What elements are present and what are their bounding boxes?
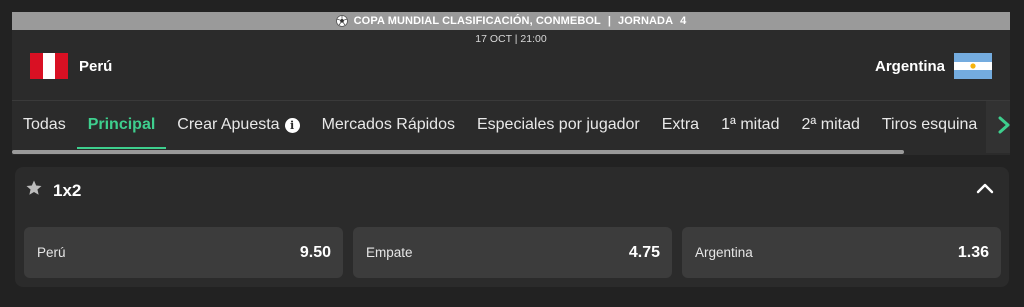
argentina-flag-icon xyxy=(954,53,992,79)
tab-label: 2ª mitad xyxy=(801,116,860,133)
market-tabs: Todas Principal Crear Apuesta i Mercados… xyxy=(12,101,988,149)
outcome-odd: 4.75 xyxy=(628,243,660,261)
away-team: Argentina xyxy=(875,53,992,79)
outcome-list: Perú 9.50 Empate 4.75 Argentina 1.36 xyxy=(24,227,1001,278)
outcome-home-button[interactable]: Perú 9.50 xyxy=(24,227,343,278)
outcome-odd: 9.50 xyxy=(299,243,331,261)
event-header: COPA MUNDIAL CLASIFICACIÓN, CONMEBOL | J… xyxy=(12,12,1010,100)
tab-label: 1ª mitad xyxy=(721,116,780,133)
tab-primera-mitad[interactable]: 1ª mitad xyxy=(710,101,790,149)
event-datetime: 17 OCT | 21:00 xyxy=(475,33,547,45)
tab-todas[interactable]: Todas xyxy=(12,101,77,149)
market-title: 1x2 xyxy=(53,180,82,200)
round-number: 4 xyxy=(680,15,687,27)
info-icon[interactable]: i xyxy=(284,117,300,133)
tab-especiales-jugador[interactable]: Especiales por jugador xyxy=(466,101,651,149)
tab-label: Especiales por jugador xyxy=(476,116,640,133)
home-team: Perú xyxy=(30,53,112,79)
chevron-right-icon xyxy=(997,115,1010,140)
tab-crear-apuesta[interactable]: Crear Apuesta i xyxy=(166,101,310,149)
away-team-name: Argentina xyxy=(874,57,945,75)
home-team-name: Perú xyxy=(79,57,113,75)
outcome-away-button[interactable]: Argentina 1.36 xyxy=(682,227,1001,278)
star-icon[interactable] xyxy=(25,179,43,202)
competition-name: COPA MUNDIAL CLASIFICACIÓN, CONMEBOL xyxy=(353,15,601,27)
market-1x2: 1x2 Perú 9.50 Empate 4.75 Argentina 1.36 xyxy=(15,167,1009,287)
tab-label: Mercados Rápidos xyxy=(321,116,455,133)
competition-separator: | xyxy=(607,15,612,27)
tab-label: Todas xyxy=(23,116,66,133)
round-label: JORNADA xyxy=(618,15,674,27)
outcome-draw-button[interactable]: Empate 4.75 xyxy=(353,227,672,278)
tab-segunda-mitad[interactable]: 2ª mitad xyxy=(790,101,870,149)
outcome-odd: 1.36 xyxy=(957,243,989,261)
tabs-scrollbar[interactable] xyxy=(12,150,904,154)
tab-label: Extra xyxy=(661,116,700,133)
tabs-scroll-right-button[interactable] xyxy=(986,101,1010,153)
outcome-label: Empate xyxy=(366,245,413,260)
tab-mercados-rapidos[interactable]: Mercados Rápidos xyxy=(311,101,466,149)
market-header: 1x2 xyxy=(25,179,81,202)
tab-label: Crear Apuesta xyxy=(177,116,280,133)
tab-label: Tiros esquina xyxy=(881,116,978,133)
chevron-up-icon xyxy=(976,181,994,199)
competition-bar: COPA MUNDIAL CLASIFICACIÓN, CONMEBOL | J… xyxy=(12,12,1010,30)
market-tabs-bar: Todas Principal Crear Apuesta i Mercados… xyxy=(12,100,1010,155)
collapse-button[interactable] xyxy=(975,181,995,199)
tab-tiros-esquina[interactable]: Tiros esquina xyxy=(871,101,988,149)
tab-label: Principal xyxy=(87,116,156,133)
tab-principal[interactable]: Principal xyxy=(76,101,167,149)
outcome-label: Argentina xyxy=(695,245,753,260)
tab-extra[interactable]: Extra xyxy=(651,101,710,149)
soccer-ball-icon xyxy=(335,15,348,27)
peru-flag-icon xyxy=(30,53,68,79)
outcome-label: Perú xyxy=(37,245,66,260)
